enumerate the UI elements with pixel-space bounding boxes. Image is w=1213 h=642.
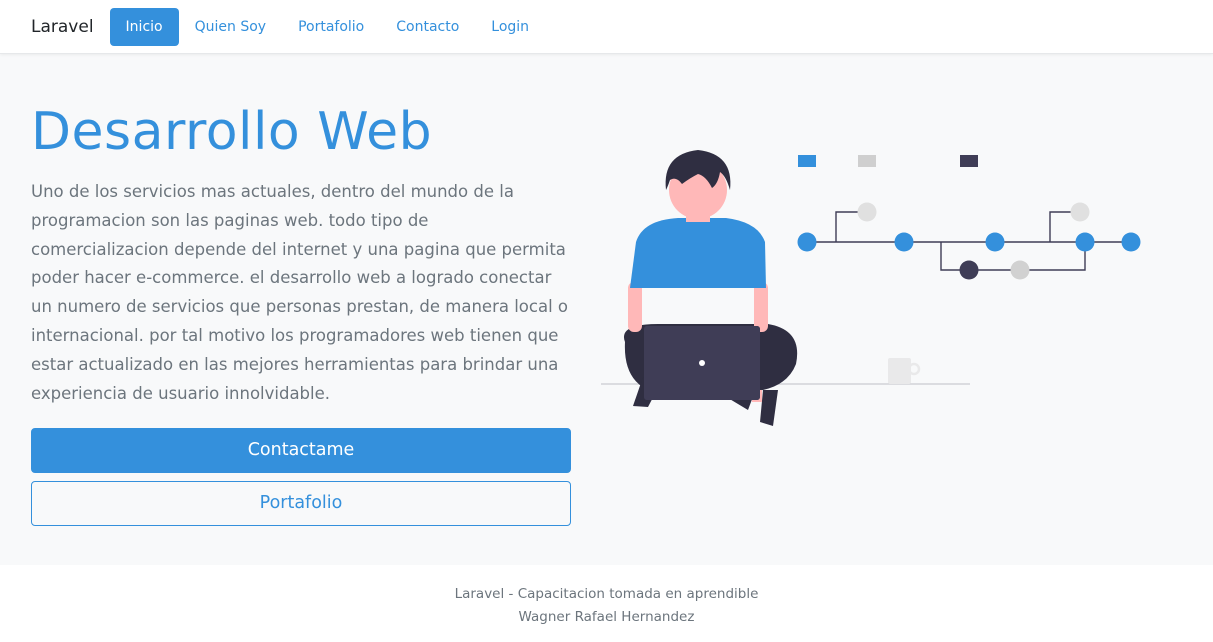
developer-laptop-illustration	[601, 150, 1141, 426]
footer-author-line: Wagner Rafael Hernandez	[518, 609, 695, 625]
navbar-brand[interactable]: Laravel	[31, 17, 94, 37]
nav-item-inicio[interactable]: Inicio	[109, 7, 179, 46]
hero-title: Desarrollo Web	[31, 102, 433, 162]
nav-item-quien-soy[interactable]: Quien Soy	[179, 9, 282, 45]
portafolio-button[interactable]: Portafolio	[31, 481, 571, 527]
contactame-button[interactable]: Contactame	[31, 428, 571, 474]
nav-item-contacto[interactable]: Contacto	[380, 9, 475, 45]
top-navbar: Laravel Inicio Quien Soy Portafolio Cont…	[0, 0, 1213, 54]
hero-description: Uno de los servicios mas actuales, dentr…	[31, 182, 568, 403]
page-footer: Laravel - Capacitacion tomada en aprendi…	[0, 565, 1213, 642]
nav-item-login[interactable]: Login	[475, 9, 545, 45]
hero-section: Desarrollo Web Uno de los servicios mas …	[0, 54, 1213, 565]
nav-item-portafolio[interactable]: Portafolio	[282, 9, 380, 45]
footer-credit-line: Laravel - Capacitacion tomada en aprendi…	[454, 586, 759, 602]
hero-content: Desarrollo Web Uno de los servicios mas …	[31, 102, 571, 527]
